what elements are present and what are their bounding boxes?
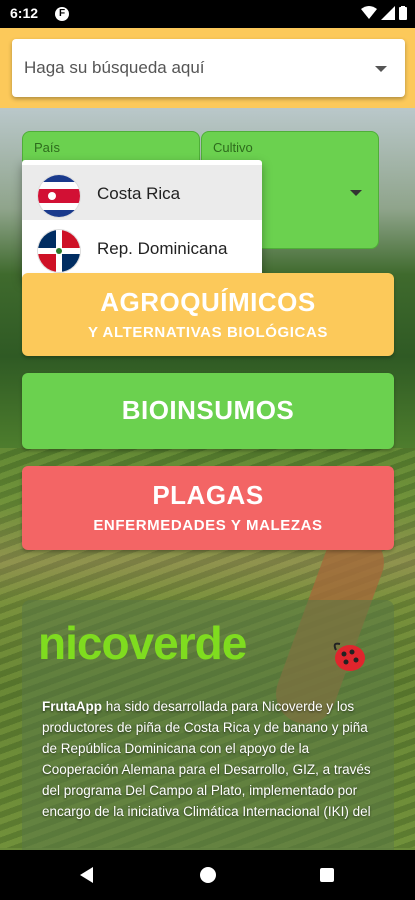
plagas-subtitle: ENFERMEDADES Y MALEZAS	[93, 517, 323, 534]
status-bar: 6:12 F	[0, 0, 415, 28]
agroquimicos-button[interactable]: AGROQUÍMICOS Y ALTERNATIVAS BIOLÓGICAS	[22, 273, 394, 356]
info-panel: nicoverde FrutaApp ha sido desarrollada …	[22, 600, 394, 850]
search-dropdown[interactable]: Haga su búsqueda aquí	[12, 39, 405, 97]
menu-item-rep-dominicana[interactable]: Rep. Dominicana	[22, 220, 262, 275]
status-icons	[361, 6, 407, 20]
app-name: FrutaApp	[42, 699, 102, 714]
search-header: Haga su búsqueda aquí	[0, 28, 415, 108]
pais-label: País	[34, 140, 61, 155]
plagas-button[interactable]: PLAGAS ENFERMEDADES Y MALEZAS	[22, 466, 394, 550]
wifi-icon	[361, 6, 377, 19]
country-dropdown-menu: Costa Rica Rep. Dominicana	[22, 160, 262, 280]
agroquimicos-subtitle: Y ALTERNATIVAS BIOLÓGICAS	[87, 324, 328, 341]
recent-apps-icon[interactable]	[320, 868, 334, 882]
nicoverde-logo: nicoverde	[38, 617, 247, 669]
menu-item-costa-rica[interactable]: Costa Rica	[22, 165, 262, 220]
status-time: 6:12	[10, 5, 39, 21]
cultivo-label: Cultivo	[213, 140, 253, 155]
system-nav-bar	[0, 850, 415, 900]
bioinsumos-button[interactable]: BIOINSUMOS	[22, 373, 394, 449]
costa-rica-flag-icon	[38, 175, 80, 217]
dominican-republic-flag-icon	[38, 230, 80, 272]
bioinsumos-title: BIOINSUMOS	[121, 395, 295, 425]
plagas-title: PLAGAS	[152, 480, 264, 510]
menu-item-label: Costa Rica	[97, 184, 181, 203]
home-icon[interactable]	[200, 867, 216, 883]
info-text: ha sido desarrollada para Nicoverde y lo…	[42, 699, 371, 819]
signal-icon	[381, 6, 395, 20]
agroquimicos-title: AGROQUÍMICOS	[100, 287, 316, 317]
chevron-down-icon	[375, 66, 387, 72]
search-placeholder: Haga su búsqueda aquí	[24, 58, 205, 77]
battery-icon	[399, 6, 407, 20]
back-icon[interactable]	[80, 867, 93, 883]
app-notification-icon: F	[55, 7, 69, 21]
ladybug-icon	[333, 642, 365, 671]
menu-item-label: Rep. Dominicana	[97, 239, 228, 258]
info-description: FrutaApp ha sido desarrollada para Nicov…	[42, 696, 382, 822]
chevron-down-icon	[350, 190, 362, 196]
